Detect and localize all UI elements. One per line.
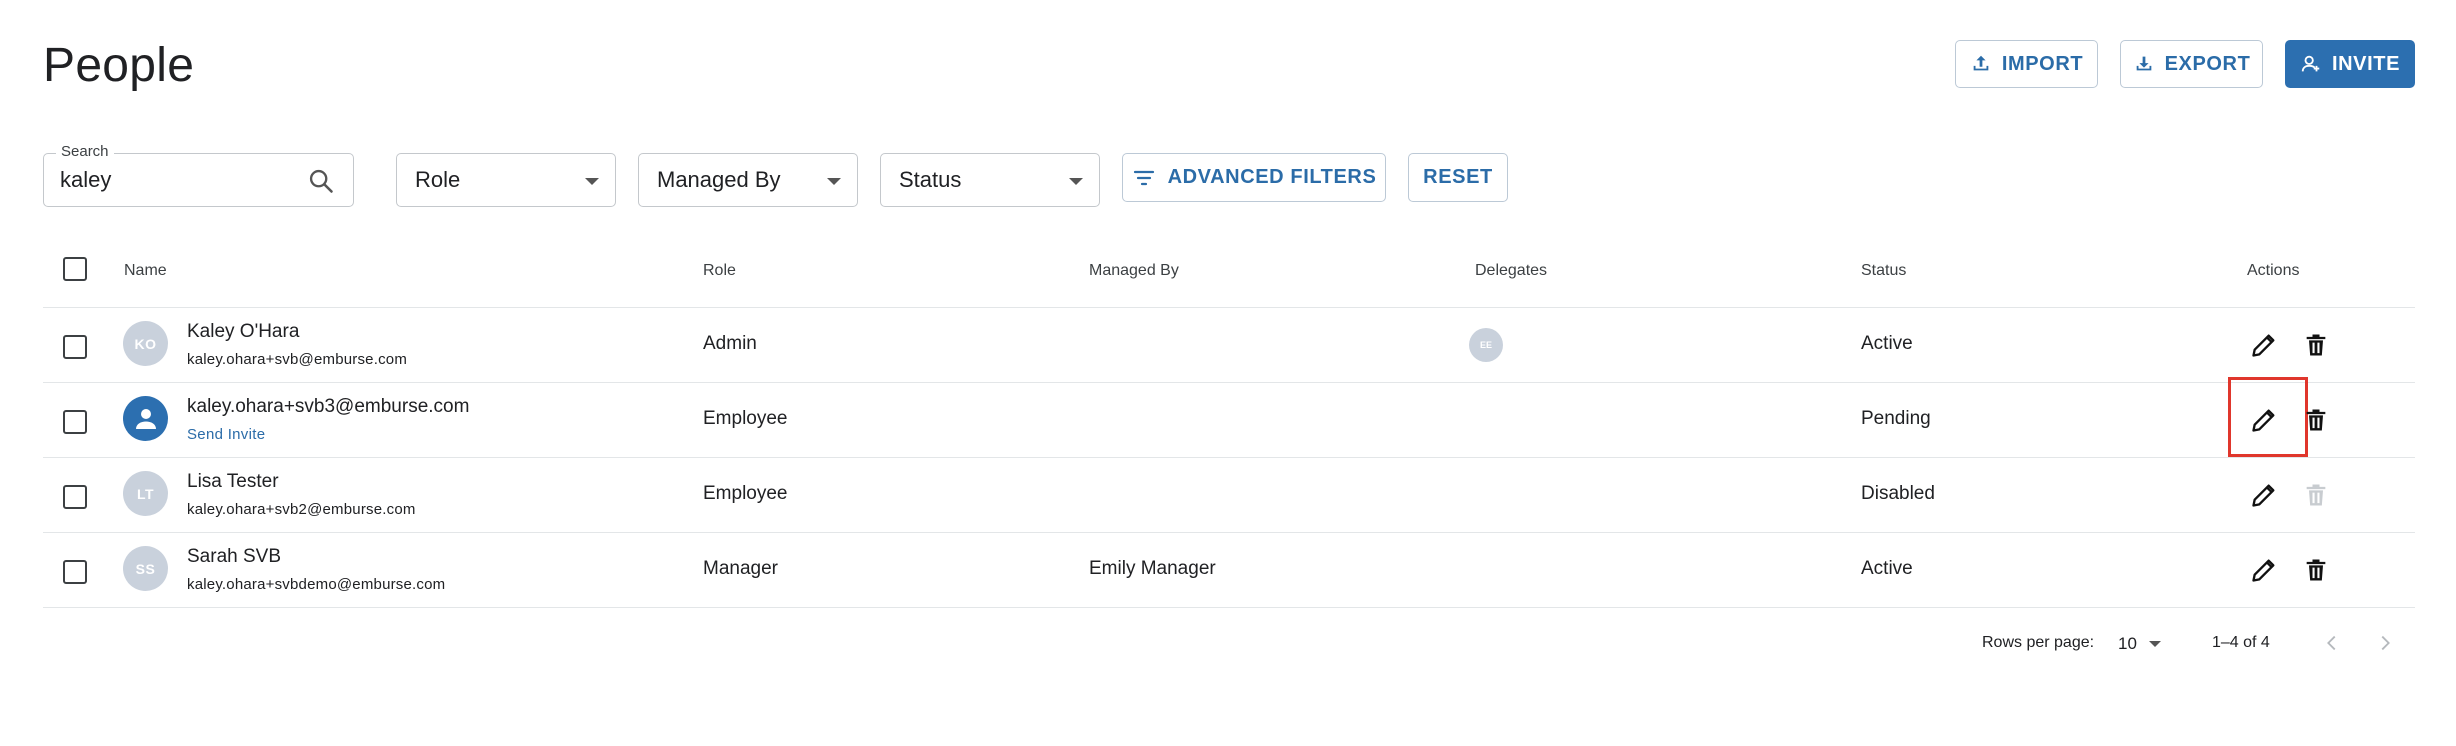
invite-label: INVITE (2331, 52, 2401, 75)
status-cell: Pending (1861, 408, 1931, 429)
delete-button-disabled (2301, 480, 2331, 510)
reset-button[interactable]: RESET (1408, 153, 1508, 202)
column-header-actions: Actions (2247, 262, 2300, 279)
next-page-button[interactable] (2370, 628, 2400, 658)
edit-button[interactable] (2249, 405, 2279, 435)
column-header-role[interactable]: Role (703, 262, 736, 280)
role-cell: Admin (703, 333, 757, 354)
caret-down-icon (2148, 641, 2161, 647)
table-row[interactable]: SS Sarah SVB kaley.ohara+svbdemo@emburse… (43, 533, 2415, 608)
status-select-label: Status (899, 167, 962, 192)
managed-by-cell: Emily Manager (1089, 558, 1216, 579)
status-select[interactable]: Status (880, 153, 1100, 207)
managed-by-select[interactable]: Managed By (638, 153, 858, 207)
rows-per-page-select[interactable]: 10 (2118, 634, 2161, 654)
people-table: Name Role Managed By Delegates Status Ac… (43, 240, 2415, 608)
add-person-icon (2301, 55, 2320, 72)
managed-by-select-label: Managed By (657, 167, 781, 192)
chevron-left-icon (2327, 635, 2336, 651)
avatar: LT (123, 471, 168, 516)
table-row[interactable]: LT Lisa Tester kaley.ohara+svb2@emburse.… (43, 458, 2415, 533)
search-label: Search (56, 143, 114, 160)
trash-icon (2306, 409, 2326, 431)
column-header-delegates[interactable]: Delegates (1475, 262, 1547, 280)
row-checkbox[interactable] (63, 560, 87, 584)
search-field[interactable]: Search (43, 143, 354, 207)
row-checkbox[interactable] (63, 485, 87, 509)
person-email: kaley.ohara+svbdemo@emburse.com (187, 576, 446, 593)
role-cell: Manager (703, 558, 778, 579)
pagination-range: 1–4 of 4 (2212, 634, 2270, 651)
rows-per-page-value: 10 (2118, 634, 2137, 653)
row-checkbox[interactable] (63, 335, 87, 359)
reset-label: RESET (1423, 166, 1493, 188)
delete-button[interactable] (2301, 330, 2331, 360)
pencil-icon (2252, 559, 2275, 582)
previous-page-button[interactable] (2317, 628, 2347, 658)
column-header-status[interactable]: Status (1861, 262, 1906, 280)
search-input[interactable] (60, 167, 290, 193)
status-cell: Disabled (1861, 483, 1935, 504)
edit-button[interactable] (2249, 330, 2279, 360)
select-all-checkbox[interactable] (63, 257, 87, 281)
role-select-label: Role (415, 167, 461, 192)
page-title: People (43, 39, 195, 92)
person-email: kaley.ohara+svb@emburse.com (187, 351, 408, 368)
person-name[interactable]: Kaley O'Hara (187, 321, 299, 343)
role-select[interactable]: Role (396, 153, 616, 207)
send-invite-link[interactable]: Send Invite (187, 426, 265, 443)
role-cell: Employee (703, 483, 788, 504)
filter-icon (1133, 170, 1154, 185)
download-icon (2136, 56, 2151, 71)
status-cell: Active (1861, 558, 1913, 579)
column-header-name[interactable]: Name (124, 262, 167, 280)
caret-down-icon (827, 178, 841, 185)
advanced-filters-button[interactable]: ADVANCED FILTERS (1122, 153, 1386, 202)
table-row[interactable]: KO Kaley O'Hara kaley.ohara+svb@emburse.… (43, 308, 2415, 383)
delete-button[interactable] (2301, 555, 2331, 585)
advanced-filters-label: ADVANCED FILTERS (1167, 166, 1377, 188)
status-cell: Active (1861, 333, 1913, 354)
row-checkbox[interactable] (63, 410, 87, 434)
person-name[interactable]: kaley.ohara+svb3@emburse.com (187, 396, 469, 418)
search-icon[interactable] (307, 167, 335, 195)
person-name[interactable]: Lisa Tester (187, 471, 279, 493)
avatar: KO (123, 321, 168, 366)
role-cell: Employee (703, 408, 788, 429)
export-label: EXPORT (2164, 52, 2251, 75)
pencil-icon (2252, 484, 2275, 507)
pencil-icon (2252, 334, 2275, 357)
avatar (123, 396, 168, 441)
import-button[interactable]: IMPORT (1955, 40, 2098, 88)
rows-per-page-label: Rows per page: (1982, 634, 2095, 651)
pencil-icon (2252, 409, 2275, 432)
delegate-avatar[interactable]: EE (1469, 328, 1503, 362)
import-label: IMPORT (2001, 52, 2084, 75)
trash-icon (2306, 484, 2326, 506)
caret-down-icon (1069, 178, 1083, 185)
person-email: kaley.ohara+svb2@emburse.com (187, 501, 416, 518)
upload-icon (1973, 55, 1989, 71)
avatar: SS (123, 546, 168, 591)
trash-icon (2306, 334, 2326, 356)
person-name[interactable]: Sarah SVB (187, 546, 281, 568)
export-button[interactable]: EXPORT (2120, 40, 2263, 88)
chevron-right-icon (2381, 635, 2390, 651)
trash-icon (2306, 559, 2326, 581)
invite-button[interactable]: INVITE (2285, 40, 2415, 88)
edit-button[interactable] (2249, 555, 2279, 585)
person-icon (135, 408, 156, 429)
table-header: Name Role Managed By Delegates Status Ac… (43, 240, 2415, 308)
delete-button[interactable] (2301, 405, 2331, 435)
edit-button[interactable] (2249, 480, 2279, 510)
table-row[interactable]: kaley.ohara+svb3@emburse.com Send Invite… (43, 377, 2415, 458)
column-header-managed-by[interactable]: Managed By (1089, 262, 1179, 280)
caret-down-icon (585, 178, 599, 185)
